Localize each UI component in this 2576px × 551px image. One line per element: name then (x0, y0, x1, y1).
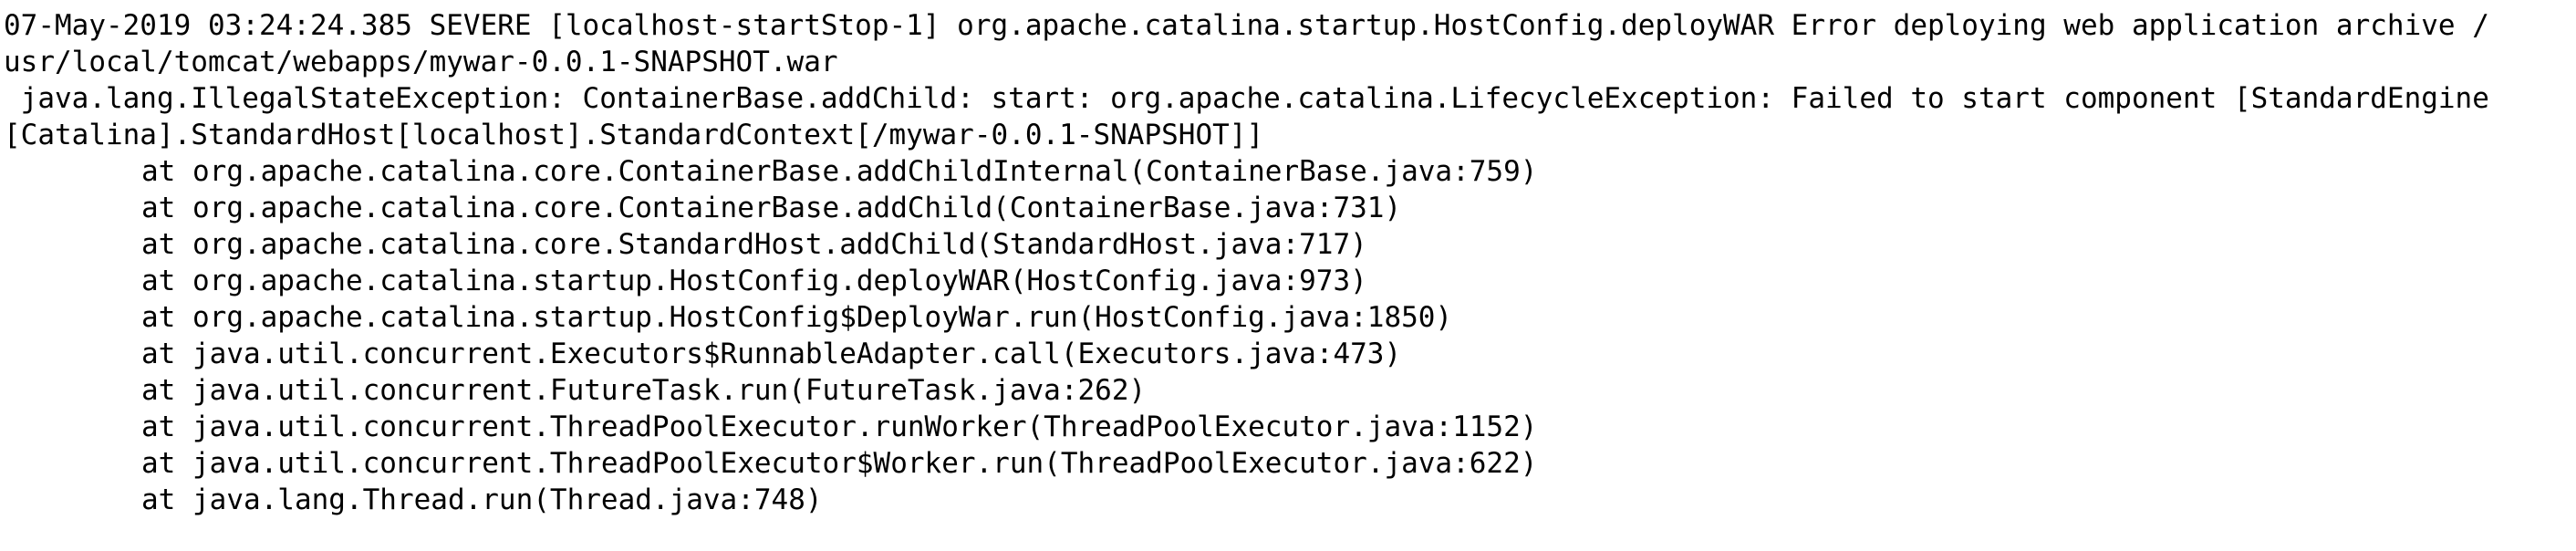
stack-frame: at org.apache.catalina.core.StandardHost… (141, 228, 1367, 261)
stack-frame: at org.apache.catalina.core.ContainerBas… (141, 155, 1538, 188)
stack-frame: at java.util.concurrent.FutureTask.run(F… (141, 374, 1147, 407)
stack-frame: at org.apache.catalina.startup.HostConfi… (141, 265, 1367, 297)
log-output: 07-May-2019 03:24:24.385 SEVERE [localho… (0, 0, 2576, 551)
stack-frame: at org.apache.catalina.startup.HostConfi… (141, 301, 1453, 334)
stack-frame: at java.util.concurrent.ThreadPoolExecut… (141, 447, 1538, 480)
exception-continuation: [Catalina].StandardHost[localhost].Stand… (4, 119, 1264, 151)
stack-frame: at java.util.concurrent.ThreadPoolExecut… (141, 411, 1538, 443)
log-header-continuation: usr/local/tomcat/webapps/mywar-0.0.1-SNA… (4, 46, 838, 78)
stack-frame: at java.lang.Thread.run(Thread.java:748) (141, 483, 823, 516)
log-header-line: 07-May-2019 03:24:24.385 SEVERE [localho… (4, 9, 2489, 42)
stack-frame: at java.util.concurrent.Executors$Runnab… (141, 338, 1402, 370)
stack-frame: at org.apache.catalina.core.ContainerBas… (141, 192, 1402, 224)
exception-line: java.lang.IllegalStateException: Contain… (4, 82, 2489, 115)
